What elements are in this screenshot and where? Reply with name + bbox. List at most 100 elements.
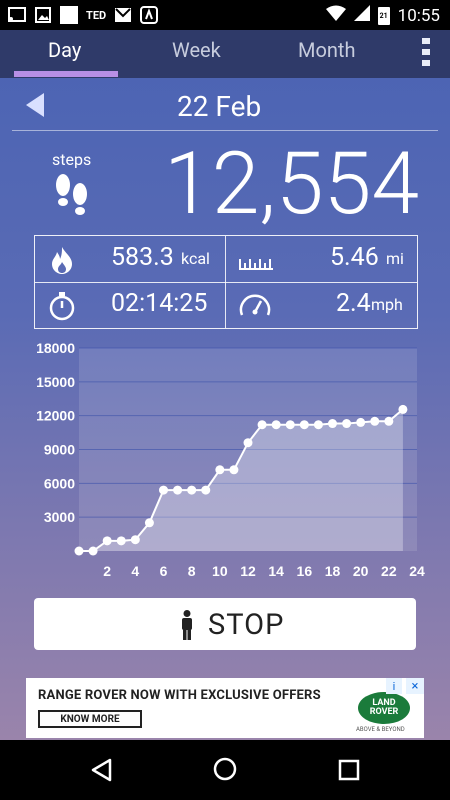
ad-info-icon[interactable]: i <box>386 678 402 694</box>
x-tick-label: 6 <box>160 563 168 579</box>
ad-logo: LAND ROVER <box>358 692 410 724</box>
data-point <box>398 404 408 414</box>
battery-level: 21 <box>379 11 388 20</box>
ad-banner[interactable]: RANGE ROVER NOW WITH EXCLUSIVE OFFERS KN… <box>26 678 424 738</box>
y-tick-label: 12000 <box>36 408 75 424</box>
y-tick-label: 3000 <box>44 509 75 525</box>
x-tick-label: 24 <box>409 563 425 579</box>
x-tick-label: 12 <box>240 563 256 579</box>
y-tick-label: 18000 <box>36 342 75 356</box>
period-tabs: Day Week Month <box>0 30 450 78</box>
data-point <box>130 535 140 545</box>
nav-recent-apps-icon[interactable] <box>338 759 360 781</box>
speedometer-icon <box>239 294 271 316</box>
tab-month[interactable]: Month <box>298 38 355 62</box>
system-nav-bar <box>0 740 450 800</box>
distance-stat: 5.46 mi <box>226 236 416 282</box>
divider <box>12 130 438 131</box>
divider <box>225 236 226 328</box>
calories-unit: kcal <box>181 249 210 268</box>
data-point <box>173 485 183 495</box>
y-tick-label: 6000 <box>44 475 75 491</box>
speed-value: 2.4 <box>336 289 371 318</box>
data-point <box>215 465 225 475</box>
app-body: Day Week Month 22 Feb steps 12,554 583.3 <box>0 30 450 740</box>
data-point <box>257 420 267 430</box>
image-icon <box>34 6 52 24</box>
data-point <box>370 416 380 426</box>
data-point <box>88 546 98 556</box>
ruler-icon <box>239 259 273 270</box>
calories-value: 583.3 <box>111 243 174 272</box>
tab-week[interactable]: Week <box>172 38 221 62</box>
x-tick-label: 4 <box>131 563 139 579</box>
nav-home-icon[interactable] <box>213 757 237 781</box>
data-point <box>328 419 337 429</box>
x-tick-label: 20 <box>353 563 369 579</box>
duration-stat: 02:14:25 <box>35 282 225 328</box>
steps-summary: steps 12,554 <box>0 134 450 234</box>
data-point <box>201 485 211 495</box>
steps-count: 12,554 <box>164 133 420 234</box>
x-tick-label: 10 <box>212 563 228 579</box>
y-tick-label: 9000 <box>44 442 75 458</box>
x-tick-label: 18 <box>325 563 341 579</box>
notification-icons: TED <box>8 6 159 24</box>
status-bar: TED 21 10:55 <box>0 0 450 30</box>
tab-day[interactable]: Day <box>48 38 81 62</box>
data-point <box>313 420 323 430</box>
overflow-menu-icon[interactable] <box>422 38 430 66</box>
stop-button[interactable]: STOP <box>34 598 416 650</box>
gmail-icon <box>114 6 132 24</box>
data-point <box>384 416 394 426</box>
walker-app-icon <box>140 6 159 24</box>
data-point <box>159 485 168 495</box>
signal-icon <box>353 5 370 26</box>
x-tick-label: 8 <box>188 563 196 579</box>
nav-back-icon[interactable] <box>90 758 112 782</box>
flame-icon <box>52 247 72 274</box>
y-tick-label: 15000 <box>36 374 75 390</box>
person-icon <box>182 610 192 640</box>
speed-unit: mph <box>371 295 403 314</box>
status-right: 21 10:55 <box>325 5 440 26</box>
data-point <box>229 465 239 475</box>
battery-icon: 21 <box>377 6 390 25</box>
x-tick-label: 14 <box>268 563 284 579</box>
data-point <box>299 420 309 430</box>
data-point <box>144 518 154 528</box>
x-tick-label: 22 <box>381 563 397 579</box>
stats-row: 583.3 kcal 5.46 mi <box>35 236 417 283</box>
ad-cta-button[interactable]: KNOW MORE <box>38 710 142 728</box>
wifi-icon <box>325 5 346 26</box>
stopwatch-icon <box>49 292 75 321</box>
stop-button-label: STOP <box>208 608 285 642</box>
previous-day-arrow-icon[interactable] <box>26 93 44 117</box>
calories-stat: 583.3 kcal <box>35 236 225 282</box>
cast-icon <box>8 6 26 24</box>
data-point <box>342 419 352 429</box>
duration-value: 02:14:25 <box>111 289 208 318</box>
data-point <box>356 417 366 427</box>
steps-label: steps <box>52 150 92 169</box>
distance-unit: mi <box>386 249 404 268</box>
footprints-icon <box>56 174 87 215</box>
tab-indicator <box>14 71 118 77</box>
data-point <box>285 420 295 430</box>
stats-row: 02:14:25 2.4 mph <box>35 282 417 328</box>
ad-logo-tagline: ABOVE & BEYOND <box>356 726 405 733</box>
data-point <box>74 546 84 556</box>
notif-text: TED <box>86 8 107 22</box>
steps-chart: 3000600090001200015000180002 4 6 8 10 12 14 16 1… <box>36 342 425 579</box>
clock: 10:55 <box>397 5 440 26</box>
ad-close-icon[interactable]: × <box>406 678 424 694</box>
date-bar: 22 Feb <box>0 78 450 130</box>
data-point <box>187 485 197 495</box>
blank-tile-icon <box>60 6 78 24</box>
x-tick-label: 16 <box>297 563 313 579</box>
current-date: 22 Feb <box>177 90 262 123</box>
ad-headline: RANGE ROVER NOW WITH EXCLUSIVE OFFERS <box>38 688 321 703</box>
data-point <box>243 438 253 448</box>
x-tick-label: 2 <box>103 563 111 579</box>
data-point <box>271 420 281 430</box>
